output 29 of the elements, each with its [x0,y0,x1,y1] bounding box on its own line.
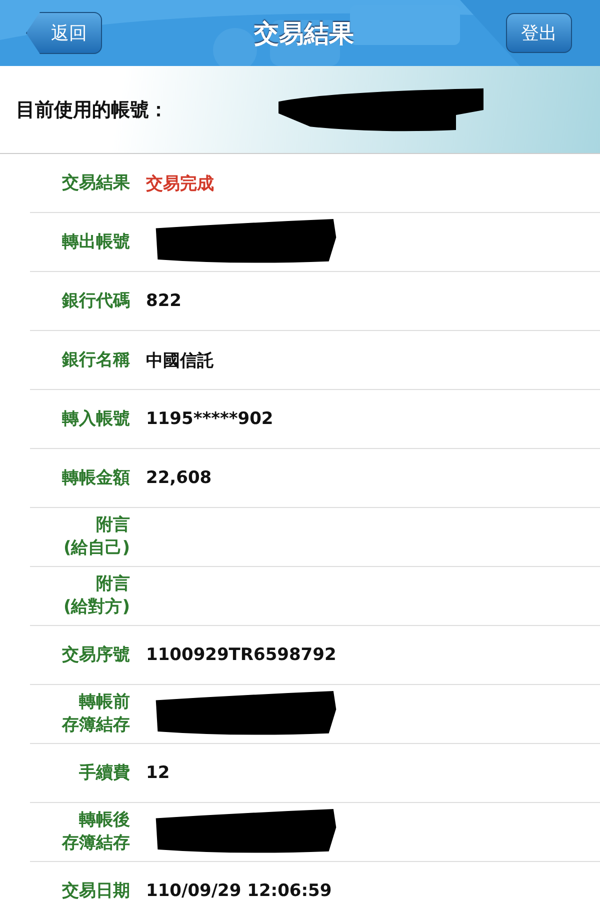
field-label: 轉入帳號 [62,408,130,430]
field-label: 手續費 [79,762,130,784]
field-label: (給自己) [63,537,130,560]
field-label: 交易結果 [62,172,130,194]
screen-title: 交易結果 [254,18,354,50]
field-label: 轉帳前 [79,691,130,714]
field-value: 12 [146,763,170,783]
field-value: 1195*****902 [146,409,274,429]
field-label: 轉帳後 [79,809,130,832]
field-label: 存簿結存 [62,832,130,855]
field-label: 附言 [96,573,130,596]
field-label: 銀行代碼 [62,290,130,312]
field-value: 822 [146,291,182,311]
field-label: 附言 [96,514,130,537]
field-value: 交易完成 [146,172,214,194]
field-value: 22,608 [146,468,212,488]
field-value: 110/09/29 12:06:59 [146,881,332,901]
field-label: (給對方) [63,596,130,619]
field-label: 轉帳金額 [62,466,130,490]
field-label: 銀行名稱 [62,348,130,372]
field-value: 1100929TR6598792 [146,645,336,665]
field-value: 中國信託 [146,350,214,372]
field-label: 交易日期 [62,880,130,902]
back-button[interactable]: 返回 [26,12,102,54]
field-label: 交易序號 [62,644,130,666]
field-label: 存簿結存 [62,714,130,737]
logout-button[interactable]: 登出 [506,13,572,53]
account-label: 目前使用的帳號： [16,98,169,122]
field-label: 轉出帳號 [62,230,130,254]
